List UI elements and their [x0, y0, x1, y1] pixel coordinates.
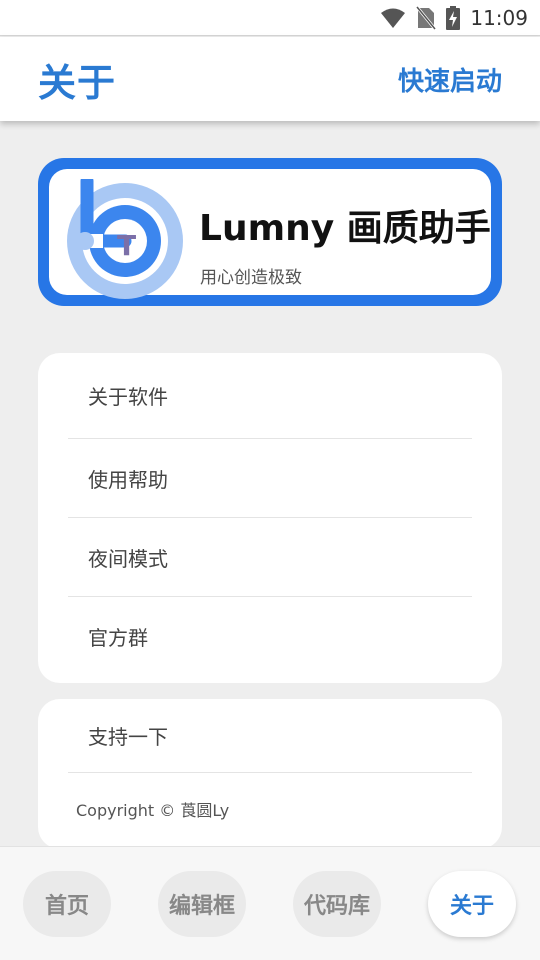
- app-name: Lumny 画质助手: [199, 208, 491, 249]
- app-info-card: T Lumny 画质助手 用心创造极致: [38, 158, 502, 306]
- no-sim-icon: [416, 5, 437, 30]
- page-title: 关于: [38, 60, 117, 105]
- battery-charging-icon: [446, 5, 461, 30]
- tab-about[interactable]: 关于: [428, 871, 516, 937]
- app-info-card-inner: T Lumny 画质助手 用心创造极致: [49, 169, 491, 299]
- status-bar: 11:09: [0, 0, 540, 36]
- menu-item-help[interactable]: 使用帮助: [68, 439, 472, 518]
- wifi-icon: [380, 7, 406, 29]
- svg-text:T: T: [117, 229, 136, 262]
- tab-editor[interactable]: 编辑框: [158, 871, 246, 937]
- app-bar: 关于 快速启动: [0, 37, 540, 121]
- app-slogan: 用心创造极致: [200, 268, 302, 288]
- quick-launch-button[interactable]: 快速启动: [398, 61, 502, 98]
- bottom-navigation: 首页 编辑框 代码库 关于: [0, 846, 540, 960]
- menu-item-night-mode[interactable]: 夜间模式: [68, 518, 472, 597]
- copyright-text: Copyright © 莨圆Ly: [76, 801, 230, 820]
- support-card: 支持一下 Copyright © 莨圆Ly: [38, 699, 502, 849]
- tab-home[interactable]: 首页: [23, 871, 111, 937]
- status-time: 11:09: [470, 5, 528, 30]
- menu-item-about-software[interactable]: 关于软件: [68, 353, 472, 439]
- menu-item-official-group[interactable]: 官方群: [68, 597, 472, 676]
- menu-item-support[interactable]: 支持一下: [68, 699, 472, 773]
- settings-menu-card: 关于软件 使用帮助 夜间模式 官方群: [38, 353, 502, 683]
- tab-code-library[interactable]: 代码库: [293, 871, 381, 937]
- app-logo-icon: T: [67, 179, 183, 299]
